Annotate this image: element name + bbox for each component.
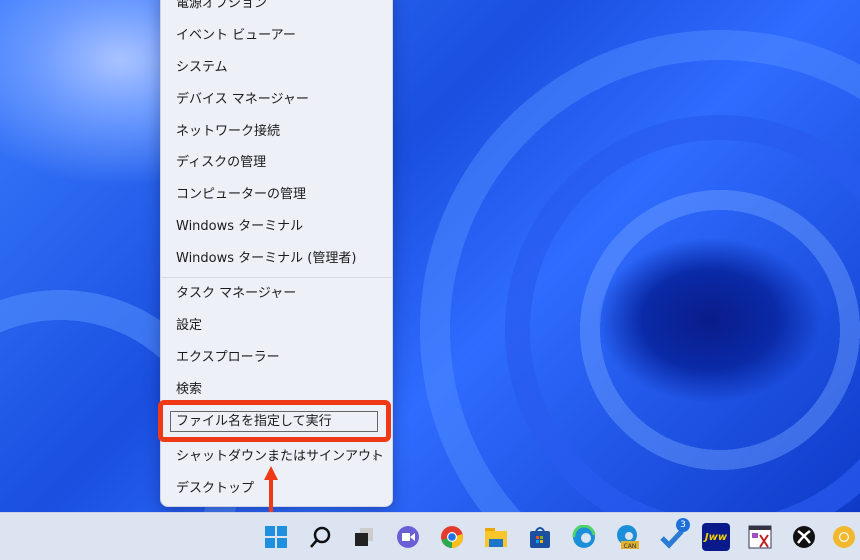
- todo-badge: 3: [676, 518, 690, 532]
- menu-item-power-options[interactable]: 電源オプション: [161, 0, 392, 19]
- menu-item-settings[interactable]: 設定: [161, 311, 392, 341]
- menu-item-event-viewer[interactable]: イベント ビューアー: [161, 21, 392, 51]
- chevron-right-icon: ›: [372, 450, 377, 464]
- chrome-canary-icon[interactable]: [830, 523, 858, 551]
- start-icon[interactable]: [262, 523, 290, 551]
- menu-item-windows-terminal-admin[interactable]: Windows ターミナル (管理者): [161, 244, 392, 274]
- menu-item-label: シャットダウンまたはサインアウト: [176, 449, 385, 464]
- menu-item-task-manager[interactable]: タスク マネージャー: [161, 279, 392, 309]
- paint-app-icon[interactable]: [746, 523, 774, 551]
- menu-item-network-connections[interactable]: ネットワーク接続: [161, 117, 392, 147]
- teams-chat-icon[interactable]: [394, 523, 422, 551]
- menu-separator: [161, 277, 392, 278]
- edge-icon[interactable]: [570, 523, 598, 551]
- menu-item-disk-management[interactable]: ディスクの管理: [161, 148, 392, 178]
- menu-item-computer-management[interactable]: コンピューターの管理: [161, 180, 392, 210]
- todo-icon[interactable]: 3: [658, 518, 690, 551]
- menu-item-device-manager[interactable]: デバイス マネージャー: [161, 85, 392, 115]
- edge-canary-label: CAN: [624, 543, 637, 550]
- jww-icon[interactable]: Jww: [702, 523, 730, 551]
- menu-item-windows-terminal[interactable]: Windows ターミナル: [161, 212, 392, 242]
- highlight-box: [158, 400, 391, 442]
- annotation-arrow-icon: [264, 466, 278, 518]
- task-view-icon[interactable]: [350, 523, 378, 551]
- menu-item-system[interactable]: システム: [161, 53, 392, 83]
- search-icon[interactable]: [306, 523, 334, 551]
- desktop-wallpaper: [0, 0, 860, 512]
- taskbar: CAN 3 Jww: [0, 512, 860, 560]
- file-explorer-icon[interactable]: [482, 523, 510, 551]
- store-icon[interactable]: [526, 523, 554, 551]
- menu-item-explorer[interactable]: エクスプローラー: [161, 343, 392, 373]
- edge-canary-icon[interactable]: CAN: [614, 523, 642, 551]
- chrome-icon[interactable]: [438, 523, 466, 551]
- xbox-icon[interactable]: [790, 523, 818, 551]
